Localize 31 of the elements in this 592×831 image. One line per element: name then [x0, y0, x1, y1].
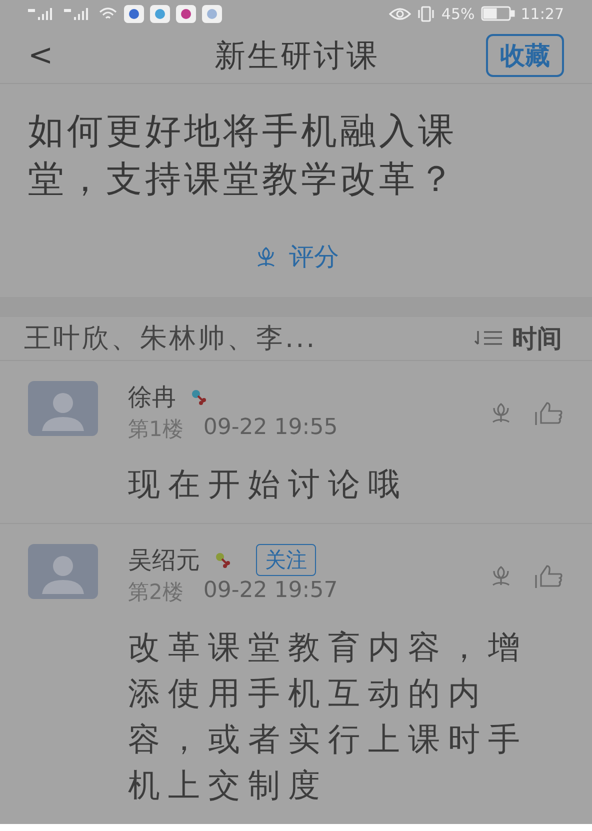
badge-icon — [214, 550, 232, 569]
question-title: 如何更好地将手机融入课堂，支持课堂教学改革？ — [27, 110, 458, 202]
battery-icon — [480, 6, 515, 22]
app-icon — [176, 4, 196, 23]
post-time: 09-22 19:55 — [203, 414, 338, 442]
vibrate-icon — [417, 6, 436, 22]
app-icon — [124, 4, 144, 23]
user-name[interactable]: 吴绍元 — [128, 544, 200, 576]
avatar[interactable] — [28, 380, 98, 436]
favorite-button[interactable]: 收藏 — [486, 34, 564, 78]
avatar[interactable] — [28, 544, 98, 599]
post-body: 改革课堂教育内容，增添使用手机互动的内容，或者实行上课时手机上交制度 — [128, 626, 529, 806]
badge-icon — [190, 388, 208, 406]
wifi-icon — [98, 6, 118, 21]
eye-icon — [389, 6, 412, 21]
thumbs-up-icon[interactable] — [534, 564, 564, 590]
sort-icon — [474, 329, 504, 348]
sort-button[interactable]: 时间 — [474, 322, 562, 355]
page-title: 新生研讨课 — [214, 36, 380, 76]
rate-button[interactable]: 评分 — [253, 240, 339, 274]
thumbs-up-icon[interactable] — [534, 400, 564, 427]
participants-list: 王叶欣、朱林帅、李... — [24, 320, 474, 356]
back-button[interactable]: < — [28, 38, 68, 74]
clock: 11:27 — [520, 4, 564, 23]
post-body: 现在开始讨论哦 — [128, 464, 409, 505]
post-time: 09-22 19:57 — [203, 578, 338, 605]
follow-button[interactable]: 关注 — [256, 544, 316, 576]
app-icon — [150, 4, 170, 23]
app-icon — [202, 4, 222, 23]
battery-percent: 45% — [441, 4, 475, 23]
user-name[interactable]: 徐冉 — [128, 380, 176, 413]
